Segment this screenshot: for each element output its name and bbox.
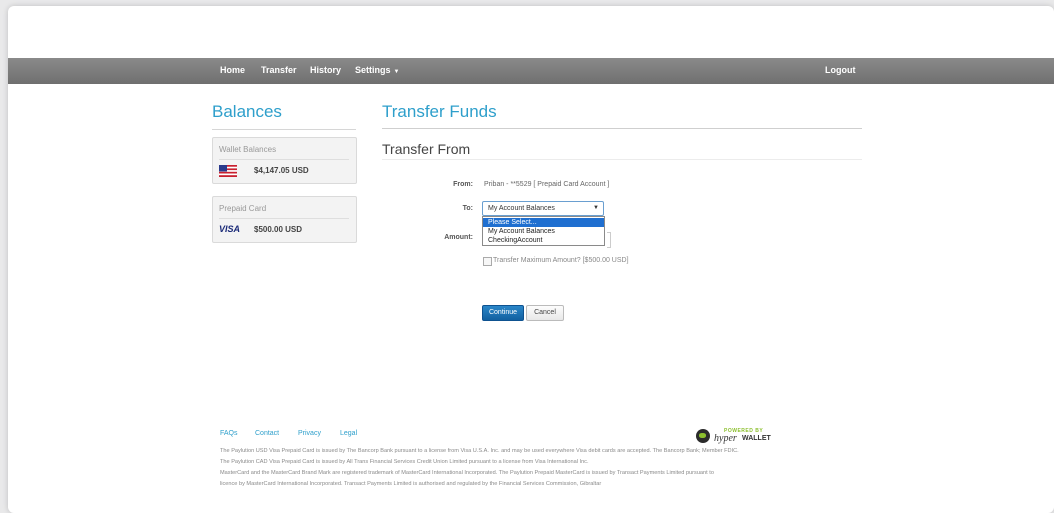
footer-link-privacy[interactable]: Privacy [298, 430, 321, 437]
amount-input[interactable] [607, 232, 611, 248]
transfer-max-label: Transfer Maximum Amount? [$500.00 USD] [493, 257, 629, 264]
prepaid-card-card: Prepaid Card VISA $500.00 USD [212, 196, 357, 243]
footer-disclaimer-line: The Paylution CAD Visa Prepaid Card is i… [220, 459, 589, 465]
divider [219, 218, 349, 219]
wallet-balance-amount: $4,147.05 USD [254, 166, 309, 175]
continue-button[interactable]: Continue [482, 305, 524, 321]
option-please-select[interactable]: Please Select... [483, 218, 604, 227]
logo-wallet: WALLET [742, 435, 771, 442]
browser-frame: Home Transfer History Settings ▼ Logout B… [8, 6, 1054, 513]
to-account-select[interactable]: My Account Balances ▼ [482, 201, 604, 216]
logo-hyper: hyper [714, 433, 737, 444]
nav-logout[interactable]: Logout [825, 65, 856, 75]
option-checking-account[interactable]: CheckingAccount [483, 236, 604, 245]
transfer-max-checkbox[interactable] [483, 257, 492, 266]
footer-disclaimer-line: MasterCard and the MasterCard Brand Mark… [220, 470, 714, 476]
nav-transfer[interactable]: Transfer [261, 65, 297, 75]
footer-disclaimer-line: The Paylution USD Visa Prepaid Card is i… [220, 448, 739, 454]
to-account-selected-value: My Account Balances [488, 205, 555, 212]
us-flag-icon [219, 165, 237, 177]
divider [382, 128, 862, 129]
globe-icon [696, 429, 710, 443]
top-navbar: Home Transfer History Settings ▼ Logout [8, 58, 1054, 84]
to-label: To: [462, 205, 473, 212]
section-title: Transfer From [382, 141, 471, 157]
cancel-button[interactable]: Cancel [526, 305, 564, 321]
to-account-options: Please Select... My Account Balances Che… [482, 216, 605, 246]
visa-logo: VISA [219, 224, 241, 234]
footer-link-contact[interactable]: Contact [255, 430, 279, 437]
from-label: From: [453, 181, 473, 188]
divider [219, 159, 349, 160]
divider [382, 159, 862, 160]
page-title: Transfer Funds [382, 102, 497, 121]
option-my-account-balances[interactable]: My Account Balances [483, 227, 604, 236]
footer-link-legal[interactable]: Legal [340, 430, 357, 437]
footer-link-faqs[interactable]: FAQs [220, 430, 238, 437]
hyperwallet-logo: POWERED BY hyper WALLET [696, 427, 776, 445]
nav-home[interactable]: Home [220, 65, 245, 75]
amount-label: Amount: [444, 234, 473, 241]
nav-history[interactable]: History [310, 65, 341, 75]
prepaid-card-title: Prepaid Card [219, 204, 267, 213]
balances-title: Balances [212, 102, 282, 121]
nav-settings-label: Settings [355, 65, 391, 75]
from-account-value: Priban - **5529 [ Prepaid Card Account ] [484, 181, 610, 188]
nav-settings[interactable]: Settings ▼ [355, 65, 399, 75]
prepaid-balance-amount: $500.00 USD [254, 225, 303, 234]
wallet-balances-title: Wallet Balances [219, 145, 277, 154]
chevron-down-icon: ▼ [393, 69, 400, 75]
dropdown-arrow-icon: ▼ [593, 205, 599, 211]
divider [212, 129, 356, 130]
footer-disclaimer-line: licence by MasterCard International Inco… [220, 481, 602, 487]
wallet-balances-card: Wallet Balances $4,147.05 USD [212, 137, 357, 184]
